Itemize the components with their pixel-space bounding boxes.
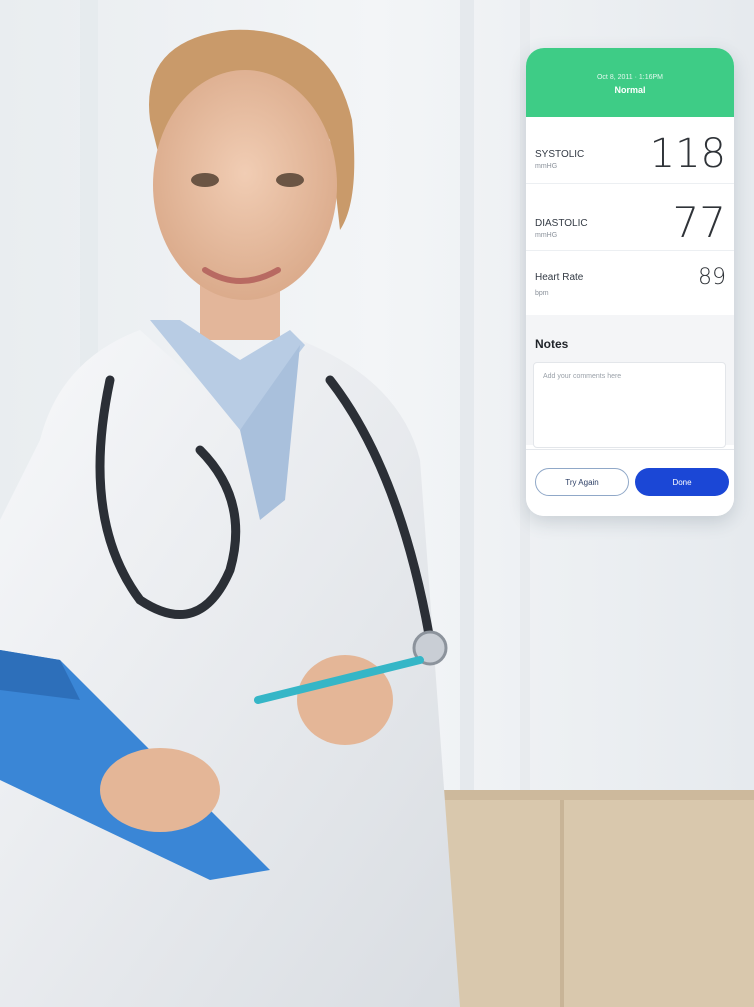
done-button[interactable]: Done [635, 468, 729, 496]
try-again-button[interactable]: Try Again [535, 468, 629, 496]
diastolic-label: DIASTOLIC [535, 218, 588, 229]
heart-rate-label: Heart Rate [535, 272, 584, 283]
reading-status: Normal [614, 85, 646, 95]
heart-rate-value: 89 [698, 265, 726, 290]
reading-timestamp: Oct 8, 2011 · 1:16PM [596, 74, 663, 81]
systolic-value: 118 [649, 131, 726, 177]
heart-rate-row: Heart Rate bpm 89 [526, 251, 734, 315]
action-bar: Try Again Done [526, 449, 734, 516]
systolic-label: SYSTOLIC [535, 149, 585, 160]
notes-placeholder: Add your comments here [543, 373, 622, 380]
blood-pressure-result-card: Oct 8, 2011 · 1:16PM Normal SYSTOLIC mmH… [526, 48, 734, 516]
result-header: Oct 8, 2011 · 1:16PM Normal [526, 48, 734, 117]
notes-section: Notes Add your comments here [526, 315, 734, 448]
notes-title: Notes [535, 337, 569, 351]
notes-textarea[interactable]: Add your comments here [533, 362, 726, 448]
diastolic-row: DIASTOLIC mmHG 77 [526, 184, 734, 251]
systolic-row: SYSTOLIC mmHG 118 [526, 117, 734, 184]
systolic-unit: mmHG [535, 163, 558, 170]
diastolic-unit: mmHG [535, 232, 558, 239]
diastolic-value: 77 [672, 198, 726, 247]
heart-rate-unit: bpm [535, 290, 549, 297]
